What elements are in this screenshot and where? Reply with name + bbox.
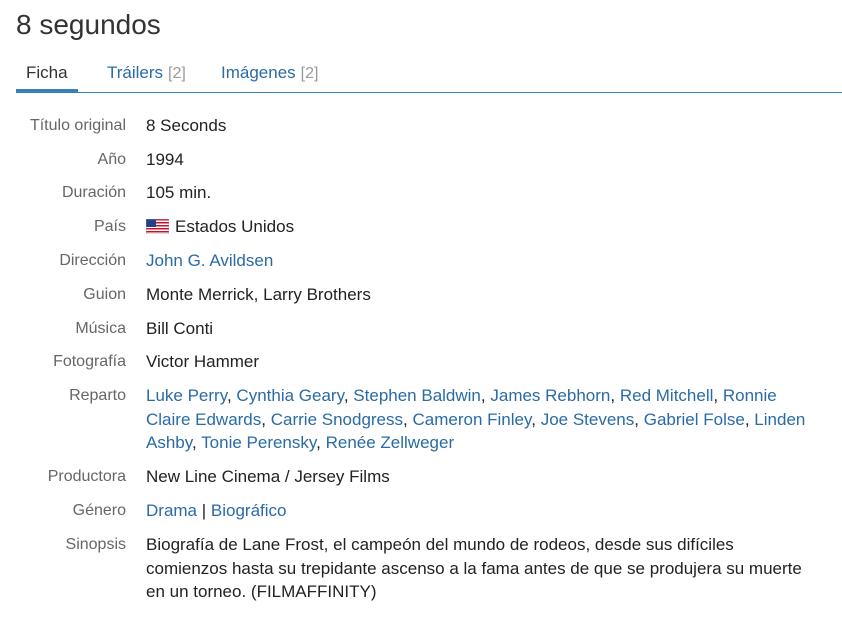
tab-count: [2] (168, 65, 186, 82)
tab-bar: Ficha Tráilers [2] Imágenes [2] (16, 58, 842, 93)
actor-separator: , (744, 409, 750, 429)
actor-link[interactable]: Red Mitchell (620, 386, 714, 405)
actor-link[interactable]: Stephen Baldwin (353, 386, 481, 405)
field-value: Drama | Biográfico (146, 499, 806, 523)
tab-imagenes[interactable]: Imágenes [2] (221, 58, 318, 92)
tab-label: Tráilers (107, 63, 164, 82)
actor-link[interactable]: Renée Zellweger (326, 433, 455, 452)
actor-separator: , (610, 386, 616, 405)
field-value: Estados Unidos (146, 215, 806, 239)
actor-separator: , (634, 409, 639, 429)
actor-separator: , (261, 409, 266, 429)
actor-link[interactable]: James Rebhorn (490, 386, 610, 405)
actor-separator: , (343, 386, 349, 405)
actor-separator: , (316, 433, 321, 452)
field-label: Título original (29, 117, 126, 134)
field-label: Dirección (59, 252, 126, 269)
actor-link[interactable]: Carrie Snodgress (271, 410, 403, 429)
page-title: 8 segundos (16, 9, 161, 40)
actor-link[interactable]: Luke Perry (146, 386, 227, 405)
field-label: País (93, 218, 126, 235)
actor-separator: , (713, 386, 719, 405)
us-flag-icon (146, 219, 169, 234)
actor-separator: , (403, 409, 408, 429)
tab-label: Imágenes (221, 63, 296, 82)
genre-separator: | (201, 501, 207, 520)
actor-separator: , (192, 433, 197, 452)
actor-link[interactable]: Cameron Finley (412, 410, 531, 429)
field-label: Género (72, 502, 126, 519)
field-label: Duración (61, 184, 126, 201)
field-value: Monte Merrick, Larry Brothers (146, 285, 371, 304)
field-value: 105 min. (146, 183, 212, 202)
field-label: Productora (47, 468, 126, 485)
field-label: Año (97, 151, 126, 168)
country-name: Estados Unidos (175, 217, 295, 236)
genre-link[interactable]: Biográfico (211, 501, 287, 520)
field-value: 8 Seconds (146, 116, 227, 135)
actor-separator: , (226, 386, 232, 405)
field-value: John G. Avildsen (146, 249, 806, 273)
field-label: Reparto (69, 387, 126, 404)
cast-list: Luke Perry, Cynthia Geary, Stephen Baldw… (146, 384, 806, 455)
tab-ficha[interactable]: Ficha (16, 58, 78, 92)
field-label: Fotografía (53, 353, 126, 370)
director-link[interactable]: John G. Avildsen (146, 251, 273, 270)
actor-separator: , (480, 386, 486, 405)
field-label: Guion (83, 286, 126, 303)
field-label: Música (75, 320, 126, 337)
tab-count: [2] (300, 65, 319, 82)
tab-label: Ficha (26, 63, 68, 82)
actor-separator: , (531, 409, 536, 429)
field-value: Bill Conti (146, 319, 214, 338)
field-label: Sinopsis (65, 536, 126, 553)
field-value: Victor Hammer (146, 352, 260, 371)
actor-link[interactable]: Tonie Perensky (201, 433, 316, 452)
tab-trailers[interactable]: Tráilers [2] (107, 58, 186, 92)
field-value: New Line Cinema / Jersey Films (146, 467, 390, 486)
field-value: 1994 (146, 150, 184, 169)
actor-link[interactable]: Cynthia Geary (236, 386, 343, 405)
genre-link[interactable]: Drama (146, 501, 197, 520)
synopsis-text: Biografía de Lane Frost, el campeón del … (146, 535, 802, 601)
actor-link[interactable]: Gabriel Folse (644, 410, 745, 429)
actor-link[interactable]: Joe Stevens (541, 410, 635, 429)
